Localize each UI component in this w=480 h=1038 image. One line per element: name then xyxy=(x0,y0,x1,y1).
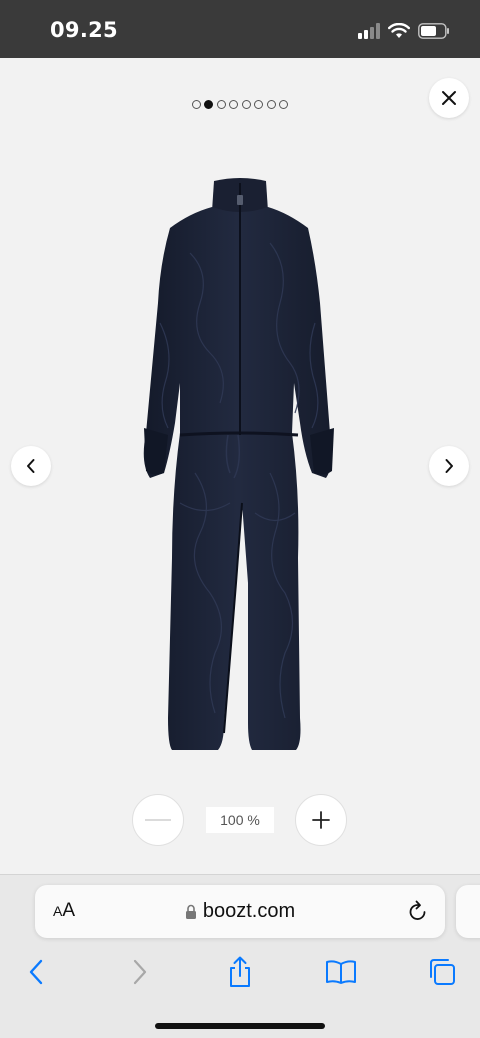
close-icon xyxy=(442,91,456,105)
status-bar: 09.25 xyxy=(0,0,480,58)
bookmarks-button[interactable] xyxy=(324,955,358,989)
status-time: 09.25 xyxy=(50,18,118,42)
forward-icon xyxy=(133,959,147,985)
pagination-dot[interactable] xyxy=(266,100,276,109)
reload-icon[interactable] xyxy=(407,899,429,923)
browser-bottom-bar: AA boozt.com xyxy=(0,874,480,1038)
pagination-dot[interactable] xyxy=(279,100,289,109)
plus-icon xyxy=(312,811,330,829)
next-tab-address-bar[interactable] xyxy=(456,885,480,938)
back-button[interactable] xyxy=(19,955,53,989)
battery-icon xyxy=(418,23,449,39)
pagination-dot[interactable] xyxy=(241,100,251,109)
url-display[interactable]: boozt.com xyxy=(35,900,445,923)
tabs-button[interactable] xyxy=(425,955,459,989)
url-text: boozt.com xyxy=(202,900,296,922)
pagination-dot[interactable] xyxy=(216,100,226,109)
home-indicator xyxy=(155,1023,325,1029)
address-bar[interactable]: AA boozt.com xyxy=(35,885,445,938)
chevron-right-icon xyxy=(445,459,453,473)
share-button[interactable] xyxy=(223,955,257,989)
image-pagination xyxy=(0,100,480,109)
chevron-left-icon xyxy=(27,459,35,473)
tabs-icon xyxy=(430,959,455,985)
back-icon xyxy=(29,959,43,985)
product-image-jumpsuit[interactable] xyxy=(120,173,360,758)
pagination-dot[interactable] xyxy=(191,100,201,109)
forward-button[interactable] xyxy=(123,955,157,989)
close-button[interactable] xyxy=(429,78,469,118)
next-image-button[interactable] xyxy=(429,446,469,486)
zoom-out-button[interactable] xyxy=(132,794,184,846)
pagination-dot-active[interactable] xyxy=(204,100,214,109)
image-viewer: 100 % xyxy=(0,58,480,874)
zoom-in-button[interactable] xyxy=(295,794,347,846)
pagination-dot[interactable] xyxy=(254,100,264,109)
minus-icon xyxy=(145,819,171,821)
zoom-level: 100 % xyxy=(206,807,274,833)
pagination-dot[interactable] xyxy=(229,100,239,109)
signal-icon xyxy=(358,23,380,39)
share-icon xyxy=(230,956,250,987)
previous-image-button[interactable] xyxy=(11,446,51,486)
wifi-icon xyxy=(388,23,410,38)
lock-icon xyxy=(185,904,196,919)
bookmarks-icon xyxy=(326,960,356,984)
status-icons xyxy=(358,20,450,42)
